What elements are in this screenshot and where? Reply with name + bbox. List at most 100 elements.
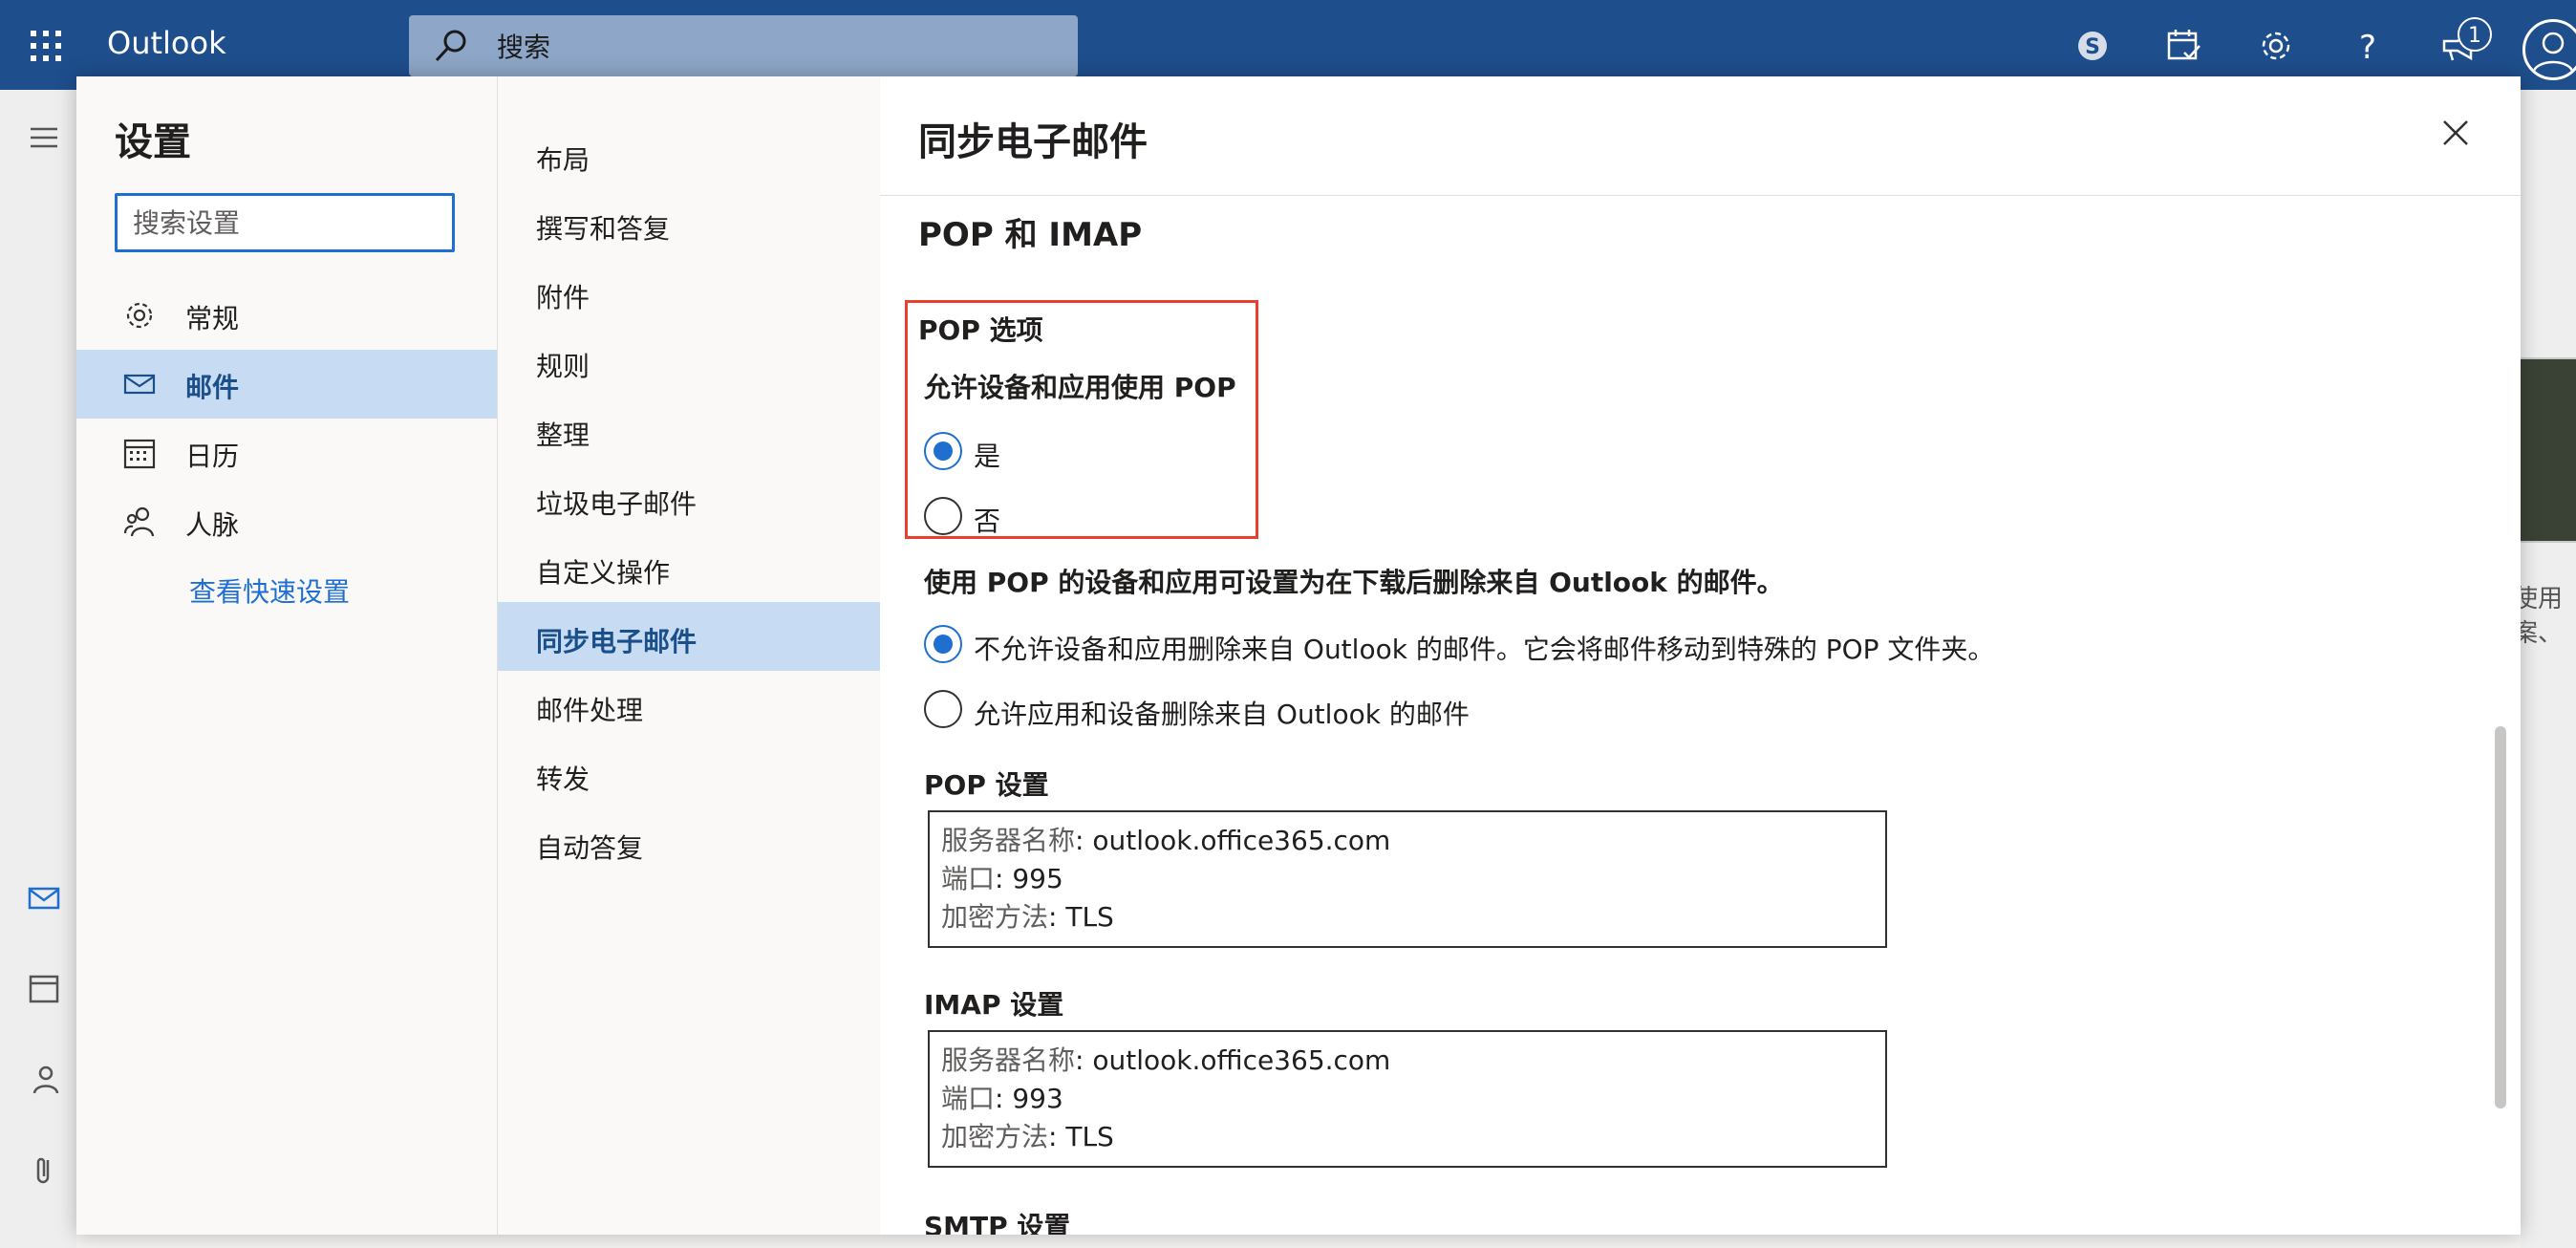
category-general[interactable]: 常规 [76, 281, 497, 350]
subitem-automatic-replies[interactable]: 自动答复 [498, 808, 880, 877]
content-scrollbar[interactable] [2495, 726, 2506, 1108]
pop-encryption-line: 加密方法: TLS [941, 898, 1874, 936]
subitem-label: 撰写和答复 [536, 213, 671, 245]
calendar-icon [122, 436, 157, 470]
background-right-pane: 使用 案、 [2513, 90, 2576, 1248]
notification-badge: 1 [2458, 17, 2492, 52]
server-name-key: 服务器名称 [941, 825, 1076, 856]
subitem-compose-reply[interactable]: 撰写和答复 [498, 189, 880, 258]
people-icon [122, 505, 157, 539]
calendar-icon[interactable] [27, 971, 61, 1005]
mail-icon[interactable] [27, 881, 61, 915]
hamburger-icon[interactable] [27, 120, 61, 155]
waffle-icon[interactable] [29, 29, 63, 63]
category-label: 人脉 [185, 509, 240, 541]
imap-server-line: 服务器名称: outlook.office365.com [941, 1042, 1874, 1080]
subitem-label: 同步电子邮件 [536, 626, 698, 657]
settings-dialog: 设置 常规 邮件 [76, 76, 2521, 1235]
skype-icon[interactable]: S [2073, 27, 2112, 65]
server-name-value: : outlook.office365.com [1075, 1044, 1391, 1076]
subitem-sweep[interactable]: 整理 [498, 396, 880, 464]
radio-button-checked[interactable] [924, 625, 962, 663]
server-name-key: 服务器名称 [941, 1044, 1076, 1076]
settings-title: 设置 [115, 120, 191, 164]
app-title[interactable]: Outlook [107, 25, 226, 61]
subitem-label: 附件 [536, 282, 590, 313]
pop-port-line: 端口: 995 [941, 860, 1874, 898]
radio-label: 是 [974, 441, 1001, 472]
header-divider [880, 195, 2521, 196]
settings-search-input[interactable] [115, 193, 455, 252]
subitem-label: 整理 [536, 420, 590, 451]
pop-delete-question: 使用 POP 的设备和应用可设置为在下载后删除来自 Outlook 的邮件。 [924, 567, 1784, 598]
gear-icon[interactable] [2257, 27, 2295, 65]
radio-button[interactable] [924, 497, 962, 535]
subitem-junk-email[interactable]: 垃圾电子邮件 [498, 464, 880, 533]
subitem-label: 自动答复 [536, 832, 644, 864]
help-icon[interactable]: ? [2349, 27, 2387, 65]
background-thumbnail [2519, 357, 2576, 543]
subitem-label: 规则 [536, 351, 590, 382]
port-value: : 993 [995, 1083, 1063, 1114]
smtp-settings-heading: SMTP 设置 [924, 1211, 1071, 1235]
category-label: 邮件 [185, 372, 240, 403]
radio-label: 允许应用和设备删除来自 Outlook 的邮件 [974, 699, 1470, 730]
pop-settings-box[interactable]: 服务器名称: outlook.office365.com 端口: 995 加密方… [928, 810, 1887, 948]
subitem-label: 垃圾电子邮件 [536, 488, 698, 520]
subitem-label: 布局 [536, 144, 590, 176]
imap-settings-box[interactable]: 服务器名称: outlook.office365.com 端口: 993 加密方… [928, 1030, 1887, 1168]
subitem-label: 转发 [536, 764, 590, 795]
category-label: 常规 [185, 303, 240, 334]
subitem-customize-actions[interactable]: 自定义操作 [498, 533, 880, 602]
category-mail[interactable]: 邮件 [76, 350, 497, 419]
subitem-sync-email[interactable]: 同步电子邮件 [498, 602, 880, 671]
subitem-forwarding[interactable]: 转发 [498, 740, 880, 808]
close-icon[interactable] [2439, 117, 2472, 149]
pop-settings-heading: POP 设置 [924, 769, 1049, 801]
imap-settings-heading: IMAP 设置 [924, 989, 1064, 1021]
port-key: 端口 [941, 1083, 996, 1114]
radio-button-checked[interactable] [924, 432, 962, 470]
sync-email-panel: 同步电子邮件 POP 和 IMAP POP 选项 允许设备和应用使用 POP 是… [880, 76, 2521, 1235]
svg-text:S: S [2085, 35, 2100, 59]
panel-title: 同步电子邮件 [918, 120, 1148, 164]
subitem-rules[interactable]: 规则 [498, 327, 880, 396]
subitem-attachments[interactable]: 附件 [498, 258, 880, 327]
avatar[interactable] [2522, 19, 2576, 80]
section-title: POP 和 IMAP [918, 216, 1143, 254]
view-quick-settings-link[interactable]: 查看快速设置 [189, 571, 350, 610]
svg-text:?: ? [2359, 29, 2376, 65]
calendar-check-icon[interactable] [2165, 27, 2203, 65]
radio-label: 不允许设备和应用删除来自 Outlook 的邮件。它会将邮件移动到特殊的 POP… [974, 634, 1995, 665]
gear-icon [122, 298, 157, 333]
background-left-rail [0, 90, 76, 1248]
category-people[interactable]: 人脉 [76, 487, 497, 556]
global-search-input[interactable]: 搜索 [497, 27, 550, 65]
encryption-value: : TLS [1048, 1121, 1114, 1152]
port-value: : 995 [995, 863, 1063, 894]
settings-category-nav: 设置 常规 邮件 [76, 76, 497, 1235]
encryption-key: 加密方法 [941, 901, 1049, 933]
subitem-label: 邮件处理 [536, 695, 644, 726]
imap-encryption-line: 加密方法: TLS [941, 1118, 1874, 1156]
category-calendar[interactable]: 日历 [76, 419, 497, 487]
encryption-value: : TLS [1048, 901, 1114, 933]
encryption-key: 加密方法 [941, 1121, 1049, 1152]
pop-options-heading: POP 选项 [918, 314, 1043, 346]
search-icon [432, 27, 470, 65]
pop-server-line: 服务器名称: outlook.office365.com [941, 822, 1874, 860]
server-name-value: : outlook.office365.com [1075, 825, 1391, 856]
port-key: 端口 [941, 863, 996, 894]
radio-label: 否 [974, 506, 1001, 537]
mail-icon [122, 367, 157, 401]
people-icon[interactable] [27, 1063, 61, 1097]
subitem-message-handling[interactable]: 邮件处理 [498, 671, 880, 740]
paperclip-icon[interactable] [27, 1152, 61, 1187]
mail-subcategory-nav: 布局 撰写和答复 附件 规则 整理 垃圾电子邮件 自定义操作 同步电子邮件 邮件… [497, 76, 881, 1235]
radio-button[interactable] [924, 690, 962, 728]
imap-port-line: 端口: 993 [941, 1080, 1874, 1118]
category-label: 日历 [185, 441, 240, 472]
subitem-layout[interactable]: 布局 [498, 120, 880, 189]
subitem-label: 自定义操作 [536, 557, 671, 589]
pop-allow-question: 允许设备和应用使用 POP [924, 372, 1236, 403]
